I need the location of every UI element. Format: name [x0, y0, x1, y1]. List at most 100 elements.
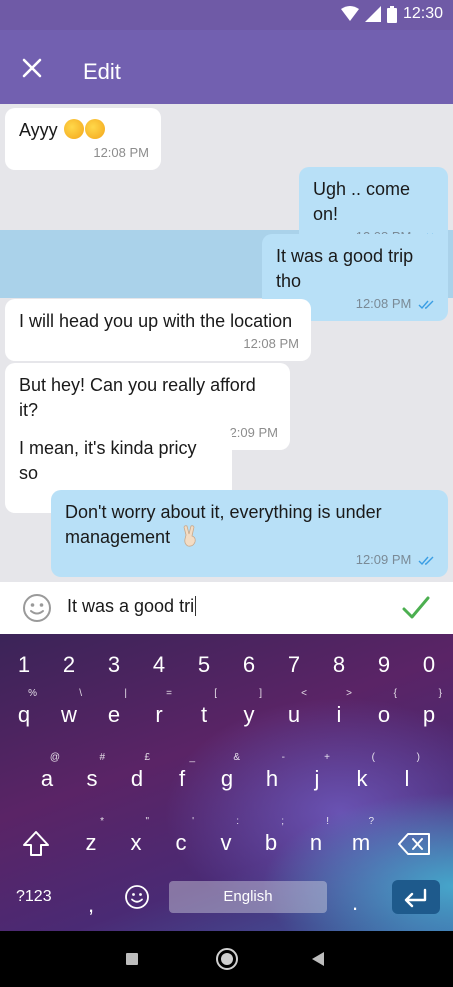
key[interactable]: 3: [93, 638, 135, 688]
key[interactable]: [t: [183, 688, 225, 738]
key[interactable]: & g: [206, 752, 248, 802]
keyboard-emoji-key-icon[interactable]: [124, 884, 150, 910]
message-text: I mean, it's kinda pricy so: [19, 438, 197, 483]
key[interactable]: " x: [115, 816, 157, 866]
message-bubble[interactable]: I will head you up with the location 12:…: [5, 299, 311, 361]
key[interactable]: 5: [183, 638, 225, 688]
key[interactable]: > i: [318, 688, 360, 738]
home-circle-icon[interactable]: [216, 948, 238, 970]
key-secondary-label: @: [49, 752, 60, 763]
key-label: a: [40, 766, 54, 791]
key[interactable]: £ d: [116, 752, 158, 802]
key-secondary-label: ): [416, 752, 420, 763]
message-text: Don't worry about it, everything is unde…: [65, 502, 382, 547]
key[interactable]: 7: [273, 638, 315, 688]
key-secondary-label: %: [28, 688, 37, 699]
key[interactable]: 1: [3, 638, 45, 688]
key[interactable]: % q: [3, 688, 45, 738]
close-icon[interactable]: [18, 54, 46, 82]
symbols-key[interactable]: ?123: [16, 888, 52, 906]
key-secondary-label: _: [189, 752, 195, 763]
key[interactable]: 4: [138, 638, 180, 688]
page-title: Edit: [83, 59, 121, 84]
comma-key[interactable]: ,: [88, 892, 94, 918]
key[interactable]: 2: [48, 638, 90, 688]
message-text: But hey! Can you really afford it?: [19, 375, 256, 420]
message-bubble[interactable]: Don't worry about it, everything is unde…: [51, 490, 448, 577]
status-time: 12:30: [402, 5, 443, 22]
keyboard-row-2: @ a # s £ d _ f & g - h + j(k) l: [0, 752, 453, 802]
key[interactable]: } p: [408, 688, 450, 738]
key-label: 2: [62, 652, 76, 677]
key-secondary-label: ': [192, 816, 194, 827]
key[interactable]: :v: [205, 816, 247, 866]
double-check-icon: [418, 300, 434, 310]
message-text: It was a good trip tho: [276, 246, 414, 291]
key-label: o: [377, 702, 391, 727]
key[interactable]: ] y: [228, 688, 270, 738]
key[interactable]: = r: [138, 688, 180, 738]
key-label: y: [243, 702, 255, 727]
key-label: 7: [287, 652, 301, 677]
message-input-bar: It was a good tri: [0, 582, 453, 634]
key-secondary-label: <: [301, 688, 307, 699]
key-label: 4: [152, 652, 166, 677]
key[interactable]: -h: [251, 752, 293, 802]
key-label: h: [265, 766, 279, 791]
key[interactable]: \ w: [48, 688, 90, 738]
confirm-edit-check-icon[interactable]: [402, 595, 430, 621]
recents-square-icon[interactable]: [126, 953, 138, 965]
key[interactable]: ; b: [250, 816, 292, 866]
key[interactable]: 9: [363, 638, 405, 688]
key-label: i: [336, 702, 342, 727]
key[interactable]: < u: [273, 688, 315, 738]
key[interactable]: * z: [70, 816, 112, 866]
status-icons: 12:30: [340, 5, 443, 23]
key-label: j: [314, 766, 320, 791]
key[interactable]: 6: [228, 638, 270, 688]
message-input[interactable]: It was a good tri: [67, 596, 197, 617]
message-list[interactable]: Ayyy 12:08 PM Ugh .. come on! 12:08 PM I…: [0, 104, 453, 582]
enter-key[interactable]: [392, 880, 440, 914]
key[interactable]: 8: [318, 638, 360, 688]
key[interactable]: # s: [71, 752, 113, 802]
key[interactable]: {o: [363, 688, 405, 738]
key[interactable]: | e: [93, 688, 135, 738]
key-label: 8: [332, 652, 346, 677]
message-bubble[interactable]: Ayyy 12:08 PM: [5, 108, 161, 170]
key-secondary-label: #: [99, 752, 105, 763]
key-secondary-label: }: [438, 688, 442, 699]
key[interactable]: (k: [341, 752, 383, 802]
key-label: w: [61, 702, 77, 727]
backspace-key-icon[interactable]: [395, 824, 435, 864]
key[interactable]: ) l: [386, 752, 428, 802]
cellular-signal-icon: [364, 6, 381, 22]
battery-icon: [386, 5, 397, 23]
key-label: f: [178, 766, 186, 791]
key-secondary-label: :: [236, 816, 239, 827]
key[interactable]: ? m: [340, 816, 382, 866]
key-secondary-label: [: [214, 688, 217, 699]
emoji-picker-icon[interactable]: [22, 593, 52, 623]
message-time: 12:08 PM: [355, 296, 412, 311]
space-key[interactable]: English: [169, 881, 327, 913]
key[interactable]: 0: [408, 638, 450, 688]
key-secondary-label: !: [326, 816, 329, 827]
key-label: 3: [107, 652, 121, 677]
key-secondary-label: \: [79, 688, 82, 699]
key[interactable]: ' c: [160, 816, 202, 866]
key-secondary-label: >: [346, 688, 352, 699]
key[interactable]: @ a: [26, 752, 68, 802]
key[interactable]: ! n: [295, 816, 337, 866]
key[interactable]: _ f: [161, 752, 203, 802]
key-label: m: [351, 830, 371, 855]
key-label: 0: [422, 652, 436, 677]
key-label: p: [422, 702, 436, 727]
key-secondary-label: *: [100, 816, 104, 827]
key-label: g: [220, 766, 234, 791]
key[interactable]: + j: [296, 752, 338, 802]
period-key[interactable]: .: [352, 890, 358, 916]
shift-key-icon[interactable]: [16, 824, 56, 864]
back-triangle-icon[interactable]: [312, 952, 324, 966]
key-secondary-label: ]: [259, 688, 262, 699]
